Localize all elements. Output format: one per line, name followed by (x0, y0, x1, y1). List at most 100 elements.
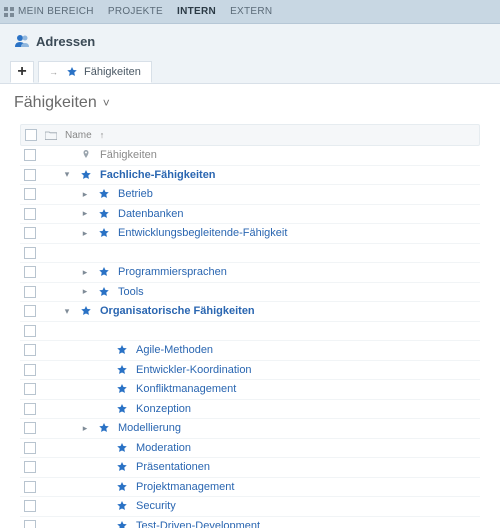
screen-title-text: Fähigkeiten (14, 94, 97, 112)
top-nav: MEIN BEREICH PROJEKTE INTERN EXTERN (0, 0, 500, 24)
select-all-checkbox[interactable] (25, 129, 37, 141)
addresses-icon (14, 33, 30, 49)
row-label[interactable]: Präsentationen (136, 461, 210, 473)
plus-icon: + (17, 63, 26, 81)
star-blue-icon (116, 461, 128, 473)
row-label[interactable]: Tools (118, 286, 144, 298)
row-label[interactable]: Programmiersprachen (118, 266, 227, 278)
row-checkbox[interactable] (24, 266, 36, 278)
tree-row[interactable]: ▾ Fachliche-Fähigkeiten (20, 166, 480, 186)
tree-header: Name ↑ (20, 124, 480, 146)
pin-grey-icon (80, 149, 92, 161)
title-bar: Adressen (0, 24, 500, 58)
star-blue-icon (98, 266, 110, 278)
row-checkbox[interactable] (24, 344, 36, 356)
tree-row[interactable]: Entwickler-Koordination (20, 361, 480, 381)
row-label[interactable]: Betrieb (118, 188, 153, 200)
empty-row (20, 322, 480, 342)
nav-extern[interactable]: EXTERN (230, 6, 272, 17)
nav-mein-bereich[interactable]: MEIN BEREICH (4, 6, 94, 17)
page-title: Adressen (36, 34, 95, 49)
row-label[interactable]: Security (136, 500, 176, 512)
row-label[interactable]: Agile-Methoden (136, 344, 213, 356)
sort-ascending-icon[interactable]: ↑ (100, 130, 105, 140)
tab-strip: + → Fähigkeiten (0, 58, 500, 84)
row-checkbox[interactable] (24, 227, 36, 239)
expand-toggle[interactable]: ▸ (80, 267, 90, 278)
tree-row[interactable]: Konfliktmanagement (20, 380, 480, 400)
expand-toggle[interactable]: ▸ (80, 208, 90, 219)
star-blue-icon (116, 364, 128, 376)
tree-row[interactable]: ▸ Modellierung (20, 419, 480, 439)
tree-row[interactable]: ▸ Programmiersprachen (20, 263, 480, 283)
row-checkbox[interactable] (24, 208, 36, 220)
row-checkbox[interactable] (24, 461, 36, 473)
row-label[interactable]: Entwickler-Koordination (136, 364, 252, 376)
expand-toggle[interactable]: ▾ (62, 169, 72, 180)
star-blue-icon (116, 442, 128, 454)
expand-toggle[interactable]: ▾ (62, 306, 72, 317)
tree-row[interactable]: Fähigkeiten (20, 146, 480, 166)
row-label[interactable]: Konfliktmanagement (136, 383, 236, 395)
grid-icon (4, 7, 14, 17)
star-blue-icon (98, 286, 110, 298)
screen-title[interactable]: Fähigkeiten ˅ (14, 94, 486, 112)
row-checkbox[interactable] (24, 169, 36, 181)
tree-row[interactable]: Präsentationen (20, 458, 480, 478)
expand-toggle[interactable]: ▸ (80, 286, 90, 297)
row-checkbox[interactable] (24, 286, 36, 298)
star-blue-icon (116, 403, 128, 415)
star-icon (66, 66, 78, 78)
row-checkbox[interactable] (24, 305, 36, 317)
expand-toggle[interactable]: ▸ (80, 189, 90, 200)
row-checkbox[interactable] (24, 247, 36, 259)
tree-row[interactable]: Security (20, 497, 480, 517)
tree-row[interactable]: ▸ Entwicklungsbegleitende-Fähigkeit (20, 224, 480, 244)
tree-row[interactable]: Projektmanagement (20, 478, 480, 498)
tree-row[interactable]: Konzeption (20, 400, 480, 420)
row-checkbox[interactable] (24, 442, 36, 454)
tree-row[interactable]: ▸ Betrieb (20, 185, 480, 205)
row-checkbox[interactable] (24, 188, 36, 200)
row-label[interactable]: Konzeption (136, 403, 191, 415)
row-checkbox[interactable] (24, 422, 36, 434)
row-checkbox[interactable] (24, 364, 36, 376)
row-label[interactable]: Modellierung (118, 422, 181, 434)
row-checkbox[interactable] (24, 383, 36, 395)
tree-row[interactable]: ▾ Organisatorische Fähigkeiten (20, 302, 480, 322)
row-checkbox[interactable] (24, 520, 36, 528)
row-checkbox[interactable] (24, 325, 36, 337)
add-tab-button[interactable]: + (10, 61, 34, 83)
nav-projekte[interactable]: PROJEKTE (108, 6, 163, 17)
star-blue-icon (98, 208, 110, 220)
tree-row[interactable]: Test-Driven-Development (20, 517, 480, 528)
row-label[interactable]: Datenbanken (118, 208, 183, 220)
row-checkbox[interactable] (24, 481, 36, 493)
expand-toggle[interactable]: ▸ (80, 423, 90, 434)
tab-faehigkeiten[interactable]: → Fähigkeiten (38, 61, 152, 83)
star-blue-icon (98, 227, 110, 239)
row-checkbox[interactable] (24, 403, 36, 415)
row-label[interactable]: Test-Driven-Development (136, 520, 260, 528)
tree-row[interactable]: Moderation (20, 439, 480, 459)
row-checkbox[interactable] (24, 149, 36, 161)
nav-label: INTERN (177, 6, 216, 17)
star-blue-icon (98, 188, 110, 200)
expand-toggle[interactable]: ▸ (80, 228, 90, 239)
star-blue-icon (80, 305, 92, 317)
column-name[interactable]: Name (65, 130, 92, 141)
row-label[interactable]: Fähigkeiten (100, 149, 157, 161)
row-label[interactable]: Organisatorische Fähigkeiten (100, 305, 255, 317)
tree-row[interactable]: ▸ Datenbanken (20, 205, 480, 225)
star-blue-icon (116, 383, 128, 395)
row-checkbox[interactable] (24, 500, 36, 512)
nav-label: EXTERN (230, 6, 272, 17)
row-label[interactable]: Entwicklungsbegleitende-Fähigkeit (118, 227, 287, 239)
row-label[interactable]: Moderation (136, 442, 191, 454)
tree-row[interactable]: ▸ Tools (20, 283, 480, 303)
tree-row[interactable]: Agile-Methoden (20, 341, 480, 361)
nav-intern[interactable]: INTERN (177, 6, 216, 17)
star-blue-icon (116, 500, 128, 512)
row-label[interactable]: Fachliche-Fähigkeiten (100, 169, 216, 181)
row-label[interactable]: Projektmanagement (136, 481, 234, 493)
